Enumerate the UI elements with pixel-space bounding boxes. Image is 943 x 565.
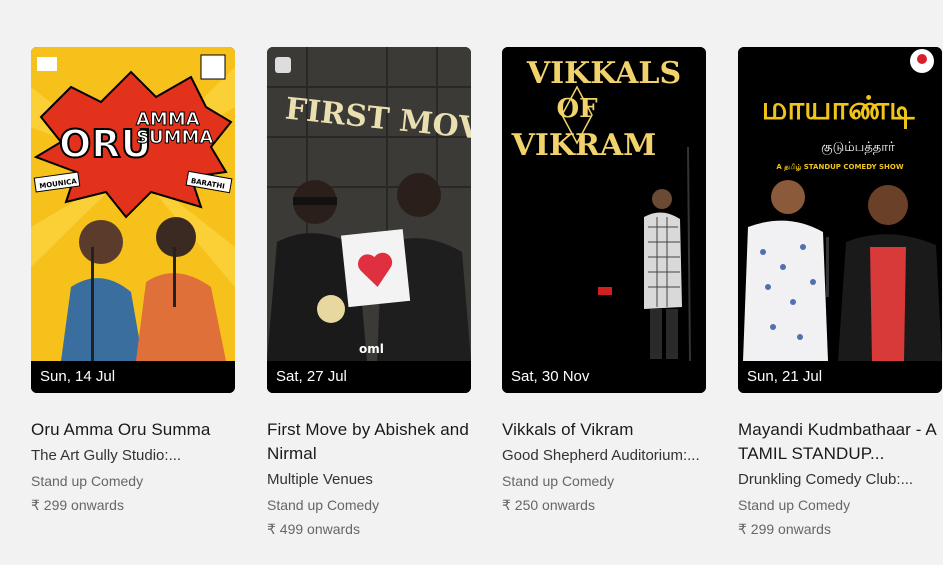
poster-line1: VIKKALS (526, 56, 681, 91)
poster-headline-bottom: SUMMA (136, 127, 213, 148)
poster-image: ORU AMMA SUMMA MOUNICA BARATHI (31, 47, 235, 361)
event-category: Stand up Comedy (502, 473, 615, 489)
poster-tamil-sub: குடும்பத்தார் (821, 140, 895, 155)
event-date: Sun, 14 Jul (31, 361, 235, 393)
event-card[interactable]: மாயாண்டி குடும்பத்தார் A தமிழ் STANDUP C… (738, 47, 942, 538)
poster-line3: VIKRAM (511, 128, 657, 163)
event-venue: Drunkling Comedy Club:... (738, 471, 914, 488)
event-poster[interactable]: மாயாண்டி குடும்பத்தார் A தமிழ் STANDUP C… (738, 47, 942, 393)
svg-text:oml: oml (359, 342, 384, 356)
event-date: Sat, 30 Nov (502, 361, 706, 393)
event-category: Stand up Comedy (31, 473, 144, 489)
poster-image: மாயாண்டி குடும்பத்தார் A தமிழ் STANDUP C… (738, 47, 942, 361)
event-card[interactable]: FIRST MOVE oml Sat, 27 Jul First Move by… (267, 47, 471, 538)
event-price: ₹ 499 onwards (267, 521, 360, 537)
poster-tamil-title: மாயாண்டி (762, 89, 915, 129)
poster-tagline: A தமிழ் STANDUP COMEDY SHOW (776, 163, 903, 172)
event-price: ₹ 299 onwards (738, 521, 831, 537)
poster-line2: OF (556, 94, 598, 124)
event-title[interactable]: Vikkals of Vikram (502, 418, 706, 442)
event-card[interactable]: ORU AMMA SUMMA MOUNICA BARATHI Sun, 14 J… (31, 47, 235, 514)
event-poster[interactable]: ORU AMMA SUMMA MOUNICA BARATHI Sun, 14 J… (31, 47, 235, 393)
event-poster[interactable]: FIRST MOVE oml Sat, 27 Jul (267, 47, 471, 393)
event-category: Stand up Comedy (267, 497, 380, 513)
event-date: Sun, 21 Jul (738, 361, 942, 393)
event-poster[interactable]: VIKKALS OF VIKRAM Sat, 30 Nov (502, 47, 706, 393)
event-price: ₹ 299 onwards (31, 497, 124, 513)
event-card-row: ORU AMMA SUMMA MOUNICA BARATHI Sun, 14 J… (31, 47, 943, 547)
event-venue: The Art Gully Studio:... (31, 447, 182, 464)
event-price: ₹ 250 onwards (502, 497, 595, 513)
event-venue: Good Shepherd Auditorium:... (502, 447, 700, 464)
poster-image: FIRST MOVE oml (267, 47, 471, 361)
event-venue: Multiple Venues (267, 471, 373, 488)
event-date: Sat, 27 Jul (267, 361, 471, 393)
event-title[interactable]: Mayandi Kudmbathaar - A TAMIL STANDUP... (738, 418, 942, 466)
event-title[interactable]: First Move by Abishek and Nirmal (267, 418, 471, 466)
event-category: Stand up Comedy (738, 497, 851, 513)
event-card[interactable]: VIKKALS OF VIKRAM Sat, 30 Nov Vikkals of… (502, 47, 706, 514)
event-title[interactable]: Oru Amma Oru Summa (31, 418, 235, 442)
poster-image: VIKKALS OF VIKRAM (502, 47, 706, 361)
